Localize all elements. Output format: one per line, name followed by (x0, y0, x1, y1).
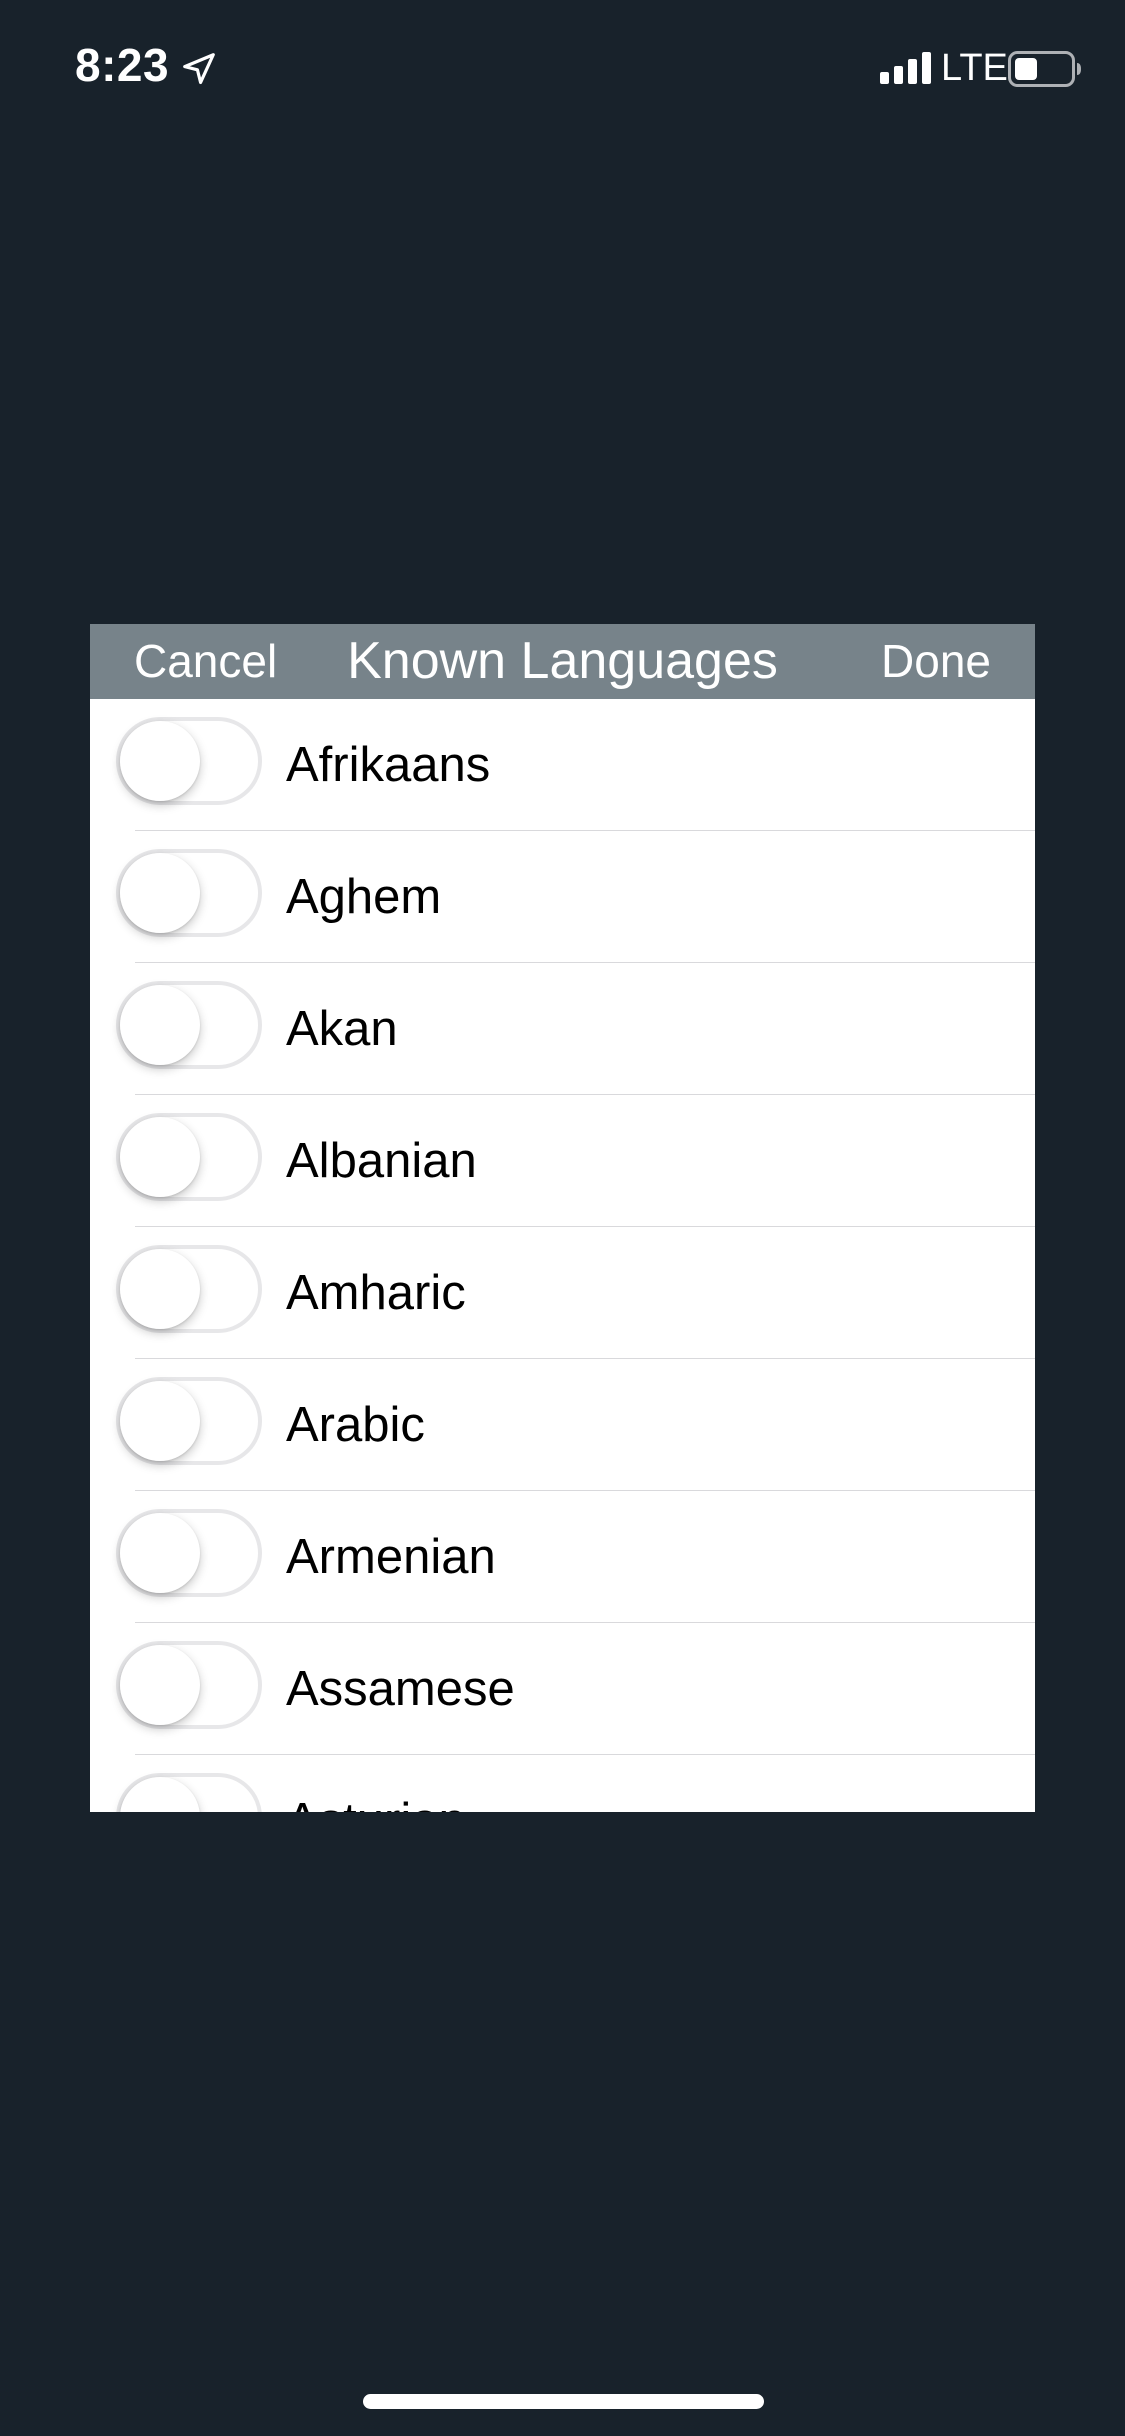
language-label: Afrikaans (286, 738, 491, 792)
language-row-amharic: Amharic (90, 1227, 1035, 1359)
toggle-knob (120, 1645, 200, 1725)
language-label: Armenian (286, 1530, 496, 1584)
language-row-asturian: Asturian (90, 1755, 1035, 1812)
toggle-knob (120, 1777, 200, 1812)
language-row-albanian: Albanian (90, 1095, 1035, 1227)
language-toggle[interactable] (116, 1113, 262, 1201)
battery-icon (1008, 51, 1081, 87)
toggle-knob (120, 1513, 200, 1593)
language-toggle[interactable] (116, 717, 262, 805)
language-row-arabic: Arabic (90, 1359, 1035, 1491)
language-toggle[interactable] (116, 1641, 262, 1729)
toggle-knob (120, 1381, 200, 1461)
toggle-knob (120, 1249, 200, 1329)
language-toggle[interactable] (116, 1509, 262, 1597)
done-button[interactable]: Done (881, 624, 991, 699)
language-label: Asturian (286, 1755, 466, 1812)
toggle-knob (120, 985, 200, 1065)
language-row-assamese: Assamese (90, 1623, 1035, 1755)
cancel-button[interactable]: Cancel (134, 624, 277, 699)
toggle-knob (120, 721, 200, 801)
language-toggle[interactable] (116, 849, 262, 937)
language-label: Arabic (286, 1398, 425, 1452)
cellular-signal-icon (880, 52, 931, 84)
language-list[interactable]: Afrikaans Aghem Akan Albanian Amharic Ar… (90, 699, 1035, 1812)
language-row-afrikaans: Afrikaans (90, 699, 1035, 831)
language-label: Aghem (286, 870, 442, 924)
toggle-knob (120, 1117, 200, 1197)
language-row-aghem: Aghem (90, 831, 1035, 963)
language-toggle[interactable] (116, 981, 262, 1069)
location-arrow-icon (183, 53, 215, 85)
language-row-akan: Akan (90, 963, 1035, 1095)
status-time: 8:23 (75, 39, 170, 91)
language-row-armenian: Armenian (90, 1491, 1035, 1623)
home-indicator[interactable] (363, 2394, 764, 2409)
language-label: Albanian (286, 1134, 477, 1188)
language-toggle[interactable] (116, 1377, 262, 1465)
language-label: Akan (286, 1002, 398, 1056)
language-toggle[interactable] (116, 1245, 262, 1333)
toggle-knob (120, 853, 200, 933)
status-bar: 8:23 LTE (0, 0, 1125, 132)
language-toggle[interactable] (116, 1773, 262, 1812)
language-label: Assamese (286, 1662, 515, 1716)
known-languages-dialog: Cancel Known Languages Done Afrikaans Ag… (90, 624, 1035, 1812)
dialog-header: Cancel Known Languages Done (90, 624, 1035, 699)
language-label: Amharic (286, 1266, 466, 1320)
network-type-label: LTE (941, 47, 1008, 89)
